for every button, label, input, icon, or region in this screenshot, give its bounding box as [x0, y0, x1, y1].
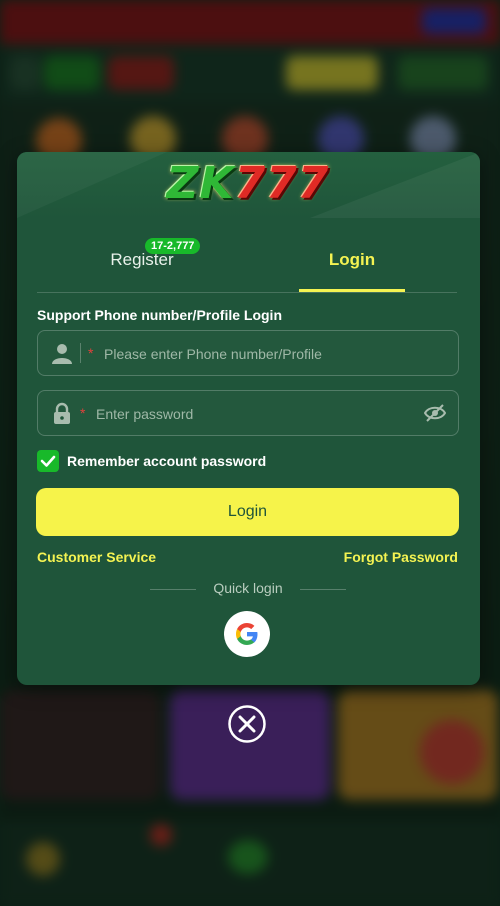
tab-login-label: Login	[328, 250, 376, 269]
check-icon	[40, 455, 56, 467]
support-login-label: Support Phone number/Profile Login	[37, 307, 282, 323]
required-mark: *	[88, 345, 94, 361]
phone-field: *	[37, 330, 459, 377]
password-input[interactable]	[94, 391, 418, 437]
field-separator	[80, 343, 81, 363]
active-tab-underline	[299, 289, 405, 292]
quick-login-divider: Quick login	[150, 580, 346, 600]
remember-label: Remember account password	[67, 453, 267, 469]
remember-checkbox[interactable]	[37, 450, 59, 472]
modal-header: ZK777	[17, 152, 480, 218]
register-bonus-badge: 17-2,777	[145, 238, 201, 254]
divider-line	[150, 589, 196, 590]
password-field: *	[37, 390, 459, 437]
user-icon	[51, 342, 73, 364]
required-mark: *	[80, 405, 86, 421]
google-login-button[interactable]	[224, 611, 270, 657]
quick-login-label: Quick login	[213, 580, 283, 596]
customer-service-link[interactable]: Customer Service	[37, 549, 156, 565]
forgot-password-link[interactable]: Forgot Password	[344, 549, 458, 565]
auth-tabs: Register Login	[37, 230, 457, 293]
tab-register[interactable]: Register	[77, 250, 207, 290]
google-icon	[236, 623, 258, 645]
login-modal: ZK777 Register Login 17-2,777 Support Ph…	[17, 152, 480, 685]
eye-off-icon[interactable]	[423, 403, 447, 423]
close-icon[interactable]	[227, 704, 267, 744]
lock-icon	[51, 402, 73, 424]
divider-line	[300, 589, 346, 590]
zk777-logo: ZK777	[166, 158, 330, 209]
phone-input[interactable]	[102, 331, 446, 377]
tab-login[interactable]: Login	[299, 250, 405, 292]
login-button[interactable]: Login	[36, 488, 459, 536]
